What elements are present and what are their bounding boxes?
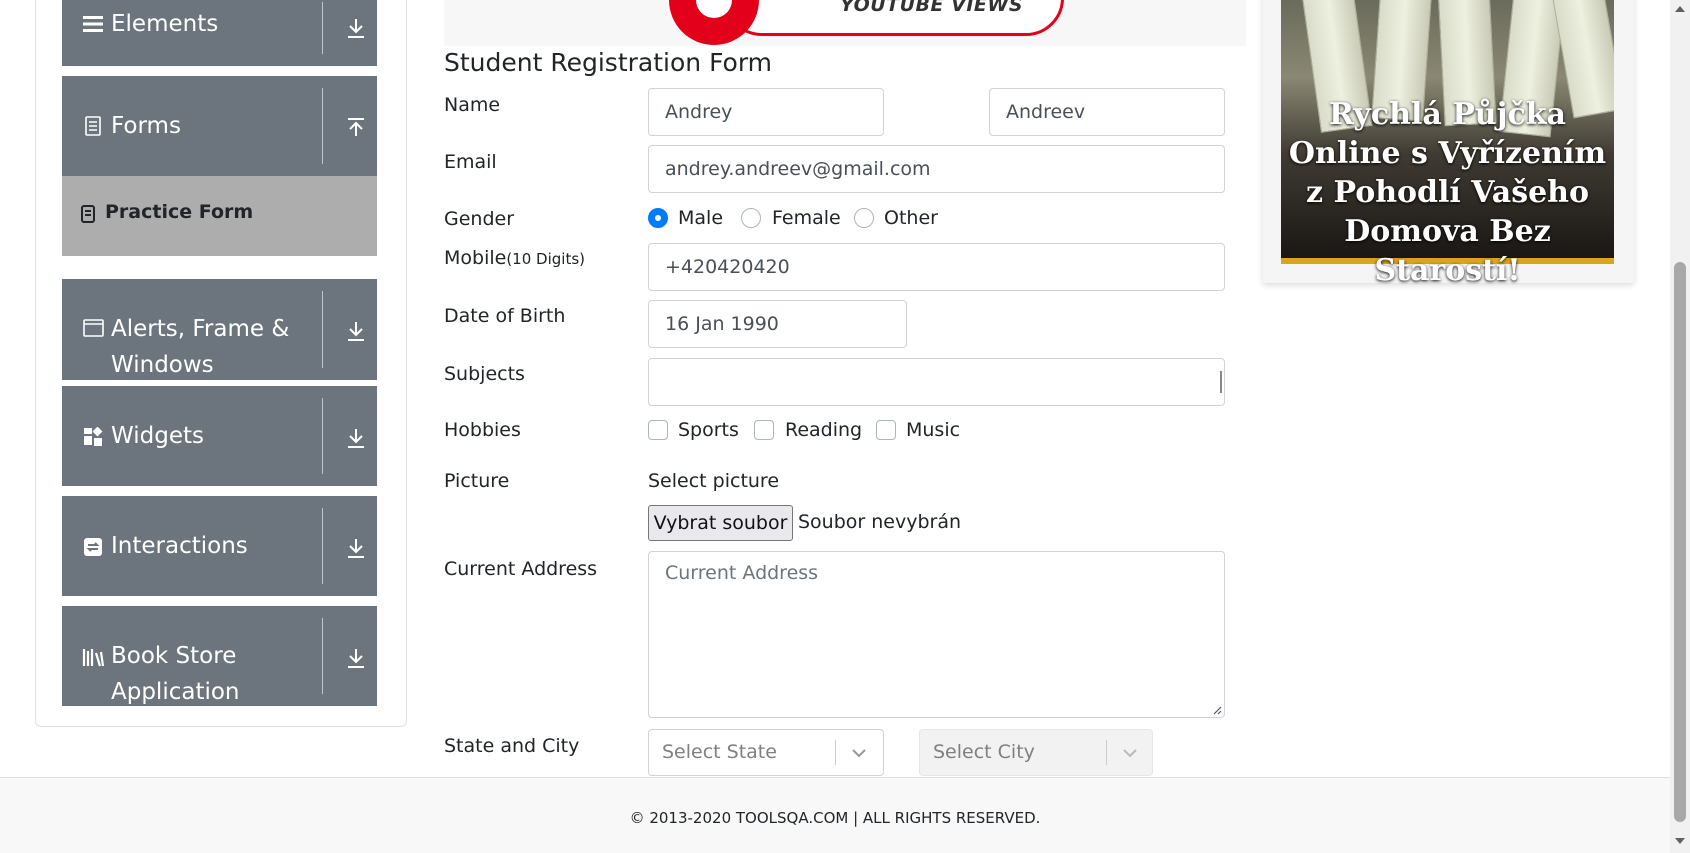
gender-other-radio[interactable] (854, 208, 874, 228)
sidebar-group-label: Widgets (111, 423, 204, 449)
city-placeholder: Select City (933, 741, 1035, 763)
hobby-reading-checkbox[interactable] (754, 420, 774, 440)
state-select[interactable]: Select State (648, 729, 884, 776)
footer: © 2013-2020 TOOLSQA.COM | ALL RIGHTS RES… (0, 777, 1670, 853)
hobby-music-label[interactable]: Music (906, 419, 960, 441)
gender-label: Gender (444, 208, 515, 230)
gender-female-label[interactable]: Female (772, 207, 841, 229)
sidebar-group-label: Interactions (111, 533, 248, 559)
state-city-label: State and City (444, 735, 580, 757)
hobbies-label: Hobbies (444, 419, 521, 441)
scroll-up-arrow-icon[interactable] (1675, 6, 1685, 12)
hobby-reading-label[interactable]: Reading (785, 419, 862, 441)
download-icon[interactable] (344, 16, 368, 40)
sidebar-group-label: Forms (111, 113, 181, 139)
gender-male-radio[interactable] (648, 208, 668, 228)
sidebar-group-label-line2: Application (111, 679, 240, 705)
resize-grip-icon[interactable] (1212, 705, 1222, 715)
form-icon (81, 205, 97, 223)
vertical-scrollbar[interactable] (1670, 0, 1690, 853)
last-name-input[interactable]: Andreev (989, 88, 1225, 136)
download-icon[interactable] (344, 426, 368, 450)
sidebar-group-label-line2: Windows (111, 352, 214, 378)
mobile-label-text: Mobile (444, 247, 507, 269)
banner-text: YOUTUBE VIEWS (840, 0, 1024, 16)
sidebar-group-alerts-frame-windows[interactable]: Alerts, Frame & Windows (62, 279, 377, 380)
divider (322, 291, 323, 368)
sidebar-item-practice-form[interactable]: Practice Form (62, 176, 377, 256)
download-icon[interactable] (344, 319, 368, 343)
date-of-birth-input[interactable]: 16 Jan 1990 (648, 300, 907, 348)
choose-file-button[interactable]: Vybrat soubor (648, 505, 793, 541)
sidebar-group-label: Book Store (111, 643, 237, 669)
sidebar-group-book-store[interactable]: Book Store Application (62, 606, 377, 706)
name-label: Name (444, 94, 501, 116)
city-select[interactable]: Select City (919, 729, 1153, 776)
divider (322, 618, 323, 694)
divider (322, 88, 323, 164)
divider (322, 508, 323, 584)
current-address-textarea[interactable]: Current Address (648, 551, 1225, 718)
list-icon (82, 13, 104, 35)
gender-male-label[interactable]: Male (678, 207, 723, 229)
state-placeholder: Select State (662, 741, 777, 763)
first-name-input[interactable]: Andrey (648, 88, 884, 136)
interactions-icon (82, 536, 104, 558)
dob-label: Date of Birth (444, 305, 566, 327)
chevron-down-icon[interactable] (850, 744, 868, 762)
download-icon[interactable] (344, 536, 368, 560)
sidebar-item-label: Practice Form (105, 201, 254, 223)
gender-other-label[interactable]: Other (884, 207, 938, 229)
gender-female-radio[interactable] (741, 208, 761, 228)
hobby-sports-label[interactable]: Sports (678, 419, 739, 441)
chevron-down-icon[interactable] (1121, 744, 1139, 762)
hobby-music-checkbox[interactable] (876, 420, 896, 440)
email-input[interactable]: andrey.andreev@gmail.com (648, 145, 1225, 193)
email-label: Email (444, 151, 497, 173)
upload-icon[interactable] (344, 116, 368, 140)
hobby-sports-checkbox[interactable] (648, 420, 668, 440)
sidebar-group-widgets[interactable]: Widgets (62, 386, 377, 486)
select-picture-label: Select picture (648, 470, 780, 492)
subjects-label: Subjects (444, 363, 525, 385)
mobile-hint: (10 Digits) (506, 250, 585, 268)
form-title: Student Registration Form (444, 48, 773, 77)
footer-copyright: © 2013-2020 TOOLSQA.COM | ALL RIGHTS RES… (629, 809, 1041, 827)
sidebar-group-label: Alerts, Frame & (111, 316, 290, 342)
ad-headline[interactable]: Rychlá Půjčka Online s Vyřízením z Pohod… (1285, 95, 1610, 290)
divider (322, 2, 323, 54)
mobile-input[interactable]: +420420420 (648, 243, 1225, 291)
sidebar-group-interactions[interactable]: Interactions (62, 496, 377, 596)
sidebar-group-elements[interactable]: Elements (62, 0, 377, 66)
sidebar-group-label: Elements (111, 11, 219, 37)
select-separator (835, 740, 836, 765)
bookshelf-icon (82, 646, 104, 668)
address-placeholder: Current Address (665, 562, 819, 584)
sidebar-group-forms[interactable]: Forms (62, 76, 377, 176)
select-separator (1106, 740, 1107, 765)
scrollbar-thumb[interactable] (1674, 262, 1686, 822)
download-icon[interactable] (344, 646, 368, 670)
document-icon (82, 115, 104, 137)
text-cursor (1220, 371, 1222, 393)
divider (322, 398, 323, 474)
scroll-down-arrow-icon[interactable] (1675, 838, 1685, 844)
window-icon (82, 317, 104, 339)
mobile-label: Mobile(10 Digits) (444, 247, 585, 269)
current-address-label: Current Address (444, 558, 598, 580)
widgets-icon (82, 426, 104, 448)
picture-label: Picture (444, 470, 510, 492)
file-status-text: Soubor nevybrán (798, 511, 962, 533)
top-banner-ad[interactable]: YOUTUBE VIEWS (444, 0, 1246, 46)
subjects-input[interactable] (648, 358, 1225, 406)
